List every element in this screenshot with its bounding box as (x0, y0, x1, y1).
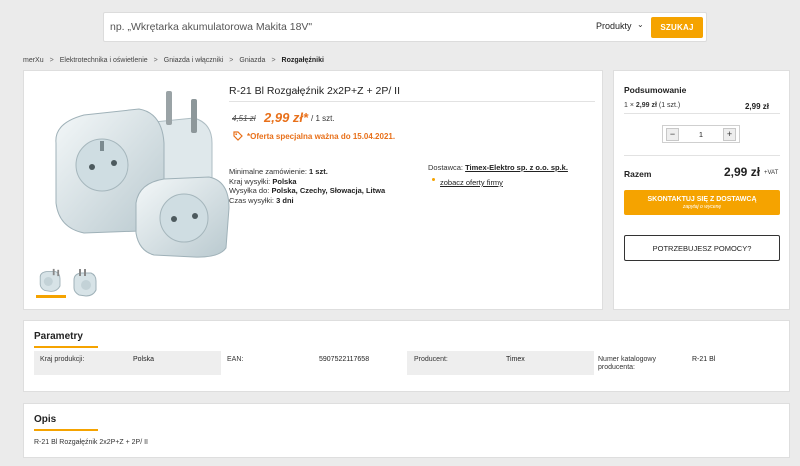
ship-country-row: Kraj wysyłki: Polska (229, 177, 297, 186)
breadcrumb-separator: > (153, 57, 158, 64)
param-value: Timex (506, 356, 525, 363)
description-text: R-21 Bl Rozgałęźnik 2x2P+Z + 2P/ II (34, 439, 148, 446)
param-label: Kraj produkcji: (40, 356, 85, 363)
quantity-value[interactable]: 1 (677, 130, 725, 139)
old-price: 4,51 zł (232, 114, 256, 123)
breadcrumb-item[interactable]: Gniazda i włączniki (164, 57, 224, 64)
product-card: R-21 Bl Rozgałęźnik 2x2P+Z + 2P/ II 4,51… (23, 70, 603, 310)
supplier-link[interactable]: Timex-Elektro sp. z o.o. sp.k. (465, 163, 568, 172)
tag-icon (233, 131, 243, 141)
breadcrumb-item[interactable]: merXu (23, 57, 44, 64)
order-summary: Podsumowanie 1 × 2,99 zł (1 szt.) 2,99 z… (613, 70, 790, 310)
param-value: Polska (133, 356, 155, 363)
divider (624, 155, 780, 156)
ship-time-label: Czas wysyłki: (229, 196, 275, 205)
breadcrumb-separator: > (49, 57, 54, 64)
parameters-title: Parametry (34, 331, 83, 342)
search-input[interactable] (110, 13, 580, 41)
supplier-row: Dostawca: Timex-Elektro sp. z o.o. sp.k. (428, 163, 568, 172)
search-scope-select[interactable]: Produkty (596, 21, 632, 31)
summary-line-qty: 1 × (624, 102, 634, 109)
special-offer-text: *Oferta specjalna ważna do 15.04.2021. (247, 132, 396, 141)
description-title: Opis (34, 414, 57, 425)
breadcrumb-separator: > (229, 57, 234, 64)
param-label: Numer katalogowy producenta: (598, 356, 656, 371)
current-price: 2,99 zł* (264, 110, 309, 125)
search-button[interactable]: SZUKAJ (651, 17, 703, 38)
param-value: R-21 Bl (692, 356, 716, 363)
thumbnail-1[interactable] (36, 268, 66, 298)
divider (624, 113, 780, 114)
quantity-stepper: − 1 + (662, 125, 740, 143)
total-value: 2,99 zł (724, 165, 761, 179)
min-order-value: 1 szt. (309, 167, 328, 176)
ship-to-label: Wysyłka do: (229, 186, 270, 195)
section-underline (34, 429, 98, 431)
param-label: EAN: (227, 356, 244, 363)
param-label: Producent: (414, 356, 448, 363)
increase-quantity-button[interactable]: + (723, 128, 736, 141)
breadcrumb-item[interactable]: Gniazda (239, 57, 265, 64)
breadcrumb-separator: > (271, 57, 276, 64)
breadcrumb-item[interactable]: Elektrotechnika i oświetlenie (60, 57, 148, 64)
contact-button-label: SKONTAKTUJ SIĘ Z DOSTAWCĄ (647, 195, 757, 203)
description-section: Opis R-21 Bl Rozgałęźnik 2x2P+Z + 2P/ II (23, 403, 790, 458)
contact-supplier-button[interactable]: SKONTAKTUJ SIĘ Z DOSTAWCĄ zapytaj o wyce… (624, 190, 780, 215)
thumbnail-2[interactable] (70, 268, 100, 298)
price-unit: / 1 szt. (311, 114, 335, 123)
chevron-down-icon[interactable]: ⌄ (637, 20, 644, 29)
firm-offers-link[interactable]: zobacz oferty firmy (440, 178, 503, 187)
bullet-icon (432, 178, 435, 181)
ship-country-value: Polska (272, 177, 297, 186)
summary-line-unit: (1 szt.) (658, 102, 681, 109)
divider (229, 101, 595, 102)
parameters-section: Parametry Kraj produkcji: Polska EAN: 59… (23, 320, 790, 392)
help-button[interactable]: POTRZEBUJESZ POMOCY? (624, 235, 780, 261)
ship-time-row: Czas wysyłki: 3 dni (229, 196, 294, 205)
ship-time-value: 3 dni (276, 196, 294, 205)
breadcrumb-current: Rozgałęźniki (281, 57, 324, 64)
param-value: 5907522117658 (319, 356, 370, 363)
section-underline (34, 346, 98, 348)
ship-to-row: Wysyłka do: Polska, Czechy, Słowacja, Li… (229, 186, 385, 195)
search-bar: Produkty ⌄ SZUKAJ (103, 12, 707, 42)
contact-button-sublabel: zapytaj o wycenę (682, 203, 722, 210)
ship-country-label: Kraj wysyłki: (229, 177, 271, 186)
breadcrumb: merXu > Elektrotechnika i oświetlenie > Gnia… (23, 57, 324, 64)
summary-line: 1 × 2,99 zł (1 szt.) (624, 102, 680, 109)
total-label: Razem (624, 169, 652, 179)
top-bar: Produkty ⌄ SZUKAJ (0, 0, 800, 52)
ship-to-value: Polska, Czechy, Słowacja, Litwa (271, 186, 386, 195)
product-image[interactable] (44, 83, 234, 258)
min-order-row: Minimalne zamówienie: 1 szt. (229, 167, 328, 176)
summary-line-price: 2,99 zł (635, 102, 657, 109)
summary-title: Podsumowanie (624, 85, 687, 95)
supplier-label: Dostawca: (428, 163, 464, 172)
min-order-label: Minimalne zamówienie: (229, 167, 307, 176)
product-title: R-21 Bl Rozgałęźnik 2x2P+Z + 2P/ II (229, 85, 400, 97)
vat-label: +VAT (764, 170, 779, 176)
summary-line-total: 2,99 zł (744, 102, 769, 111)
